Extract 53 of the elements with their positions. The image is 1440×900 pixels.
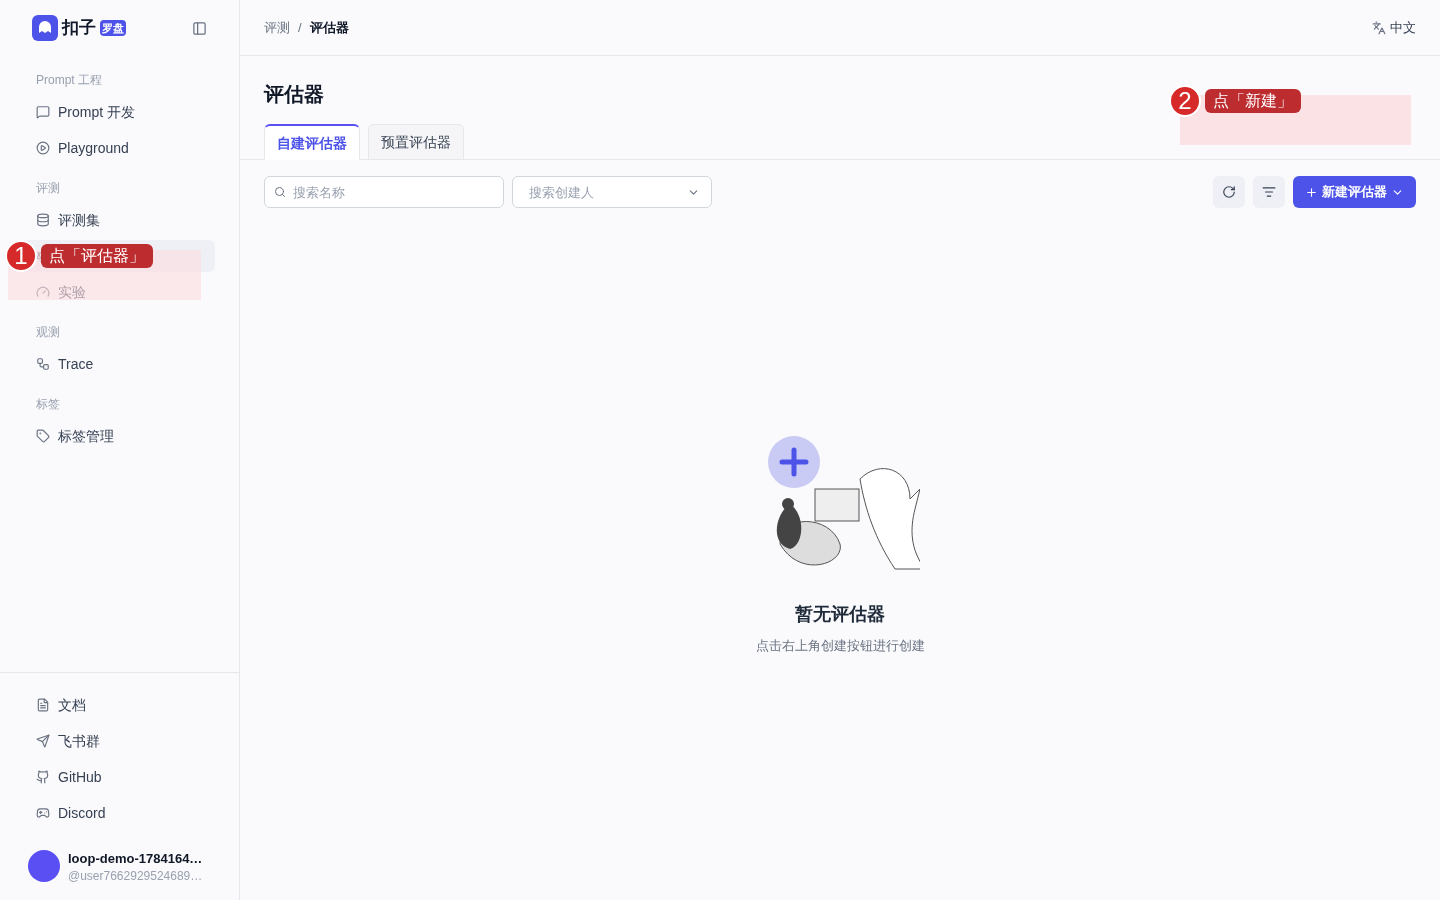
- page-title: 评估器: [264, 82, 324, 107]
- step-tooltip: 点「新建」: [1205, 89, 1301, 113]
- tag-icon: [36, 429, 50, 443]
- github-icon: [36, 769, 50, 784]
- avatar[interactable]: [28, 850, 60, 883]
- chat-icon: [36, 105, 50, 119]
- refresh-icon: [1222, 185, 1236, 199]
- sidebar-item[interactable]: 标签管理: [24, 420, 215, 452]
- step-number-badge: 2: [1169, 85, 1201, 117]
- plus-icon: [1305, 185, 1318, 199]
- step-tooltip: 点「评估器」: [41, 244, 153, 268]
- search-icon: [274, 186, 286, 198]
- sidebar-toggle-icon[interactable]: [192, 20, 207, 36]
- document-icon: [36, 697, 50, 712]
- refresh-button[interactable]: [1213, 176, 1245, 208]
- empty-state-title: 暂无评估器: [795, 603, 885, 626]
- user-handle: @user7662929524689…: [68, 868, 203, 884]
- sidebar-item[interactable]: 评测集: [24, 204, 215, 236]
- database-icon: [36, 213, 50, 227]
- footer-link[interactable]: Discord: [24, 796, 215, 829]
- tab[interactable]: 预置评估器: [368, 124, 464, 160]
- sidebar-item[interactable]: Prompt 开发: [24, 96, 215, 128]
- breadcrumb-item[interactable]: 评测: [264, 17, 290, 38]
- search-field[interactable]: 搜索名称: [264, 176, 504, 208]
- ghost-logo-icon: [32, 15, 58, 41]
- section-title: 标签: [35, 396, 61, 413]
- step-number-badge: 1: [5, 240, 37, 272]
- create-evaluator-button[interactable]: 新建评估器: [1293, 176, 1416, 208]
- footer-link[interactable]: 飞书群: [24, 724, 215, 757]
- empty-state-hint: 点击右上角创建按钮进行创建: [755, 637, 925, 655]
- section-title: Prompt 工程: [35, 72, 103, 89]
- section-title: 评测: [35, 180, 61, 197]
- play-icon: [36, 141, 50, 155]
- brand-name: 扣子: [62, 17, 96, 40]
- language-label[interactable]: 中文: [1390, 17, 1416, 38]
- gamepad-icon: [36, 805, 50, 820]
- brand-badge: 罗盘: [100, 19, 126, 37]
- creator-select[interactable]: 搜索创建人: [512, 176, 712, 208]
- breadcrumb-item: 评估器: [309, 18, 349, 37]
- section-title: 观测: [35, 324, 61, 341]
- sidebar-item[interactable]: Playground: [24, 132, 215, 164]
- user-name: loop-demo-1784164…: [68, 849, 203, 868]
- tree-icon: [36, 357, 50, 371]
- tab[interactable]: 自建评估器: [264, 124, 360, 160]
- breadcrumb-separator: /: [298, 18, 302, 37]
- translate-icon[interactable]: [1372, 20, 1386, 35]
- footer-link[interactable]: GitHub: [24, 760, 215, 793]
- footer-link[interactable]: 文档: [24, 688, 215, 721]
- sidebar-item[interactable]: Trace: [24, 348, 215, 380]
- gauge-icon: [36, 285, 50, 299]
- column-settings-button[interactable]: [1253, 176, 1285, 208]
- paper-plane-icon: [36, 733, 50, 748]
- list-settings-icon: [1262, 185, 1276, 199]
